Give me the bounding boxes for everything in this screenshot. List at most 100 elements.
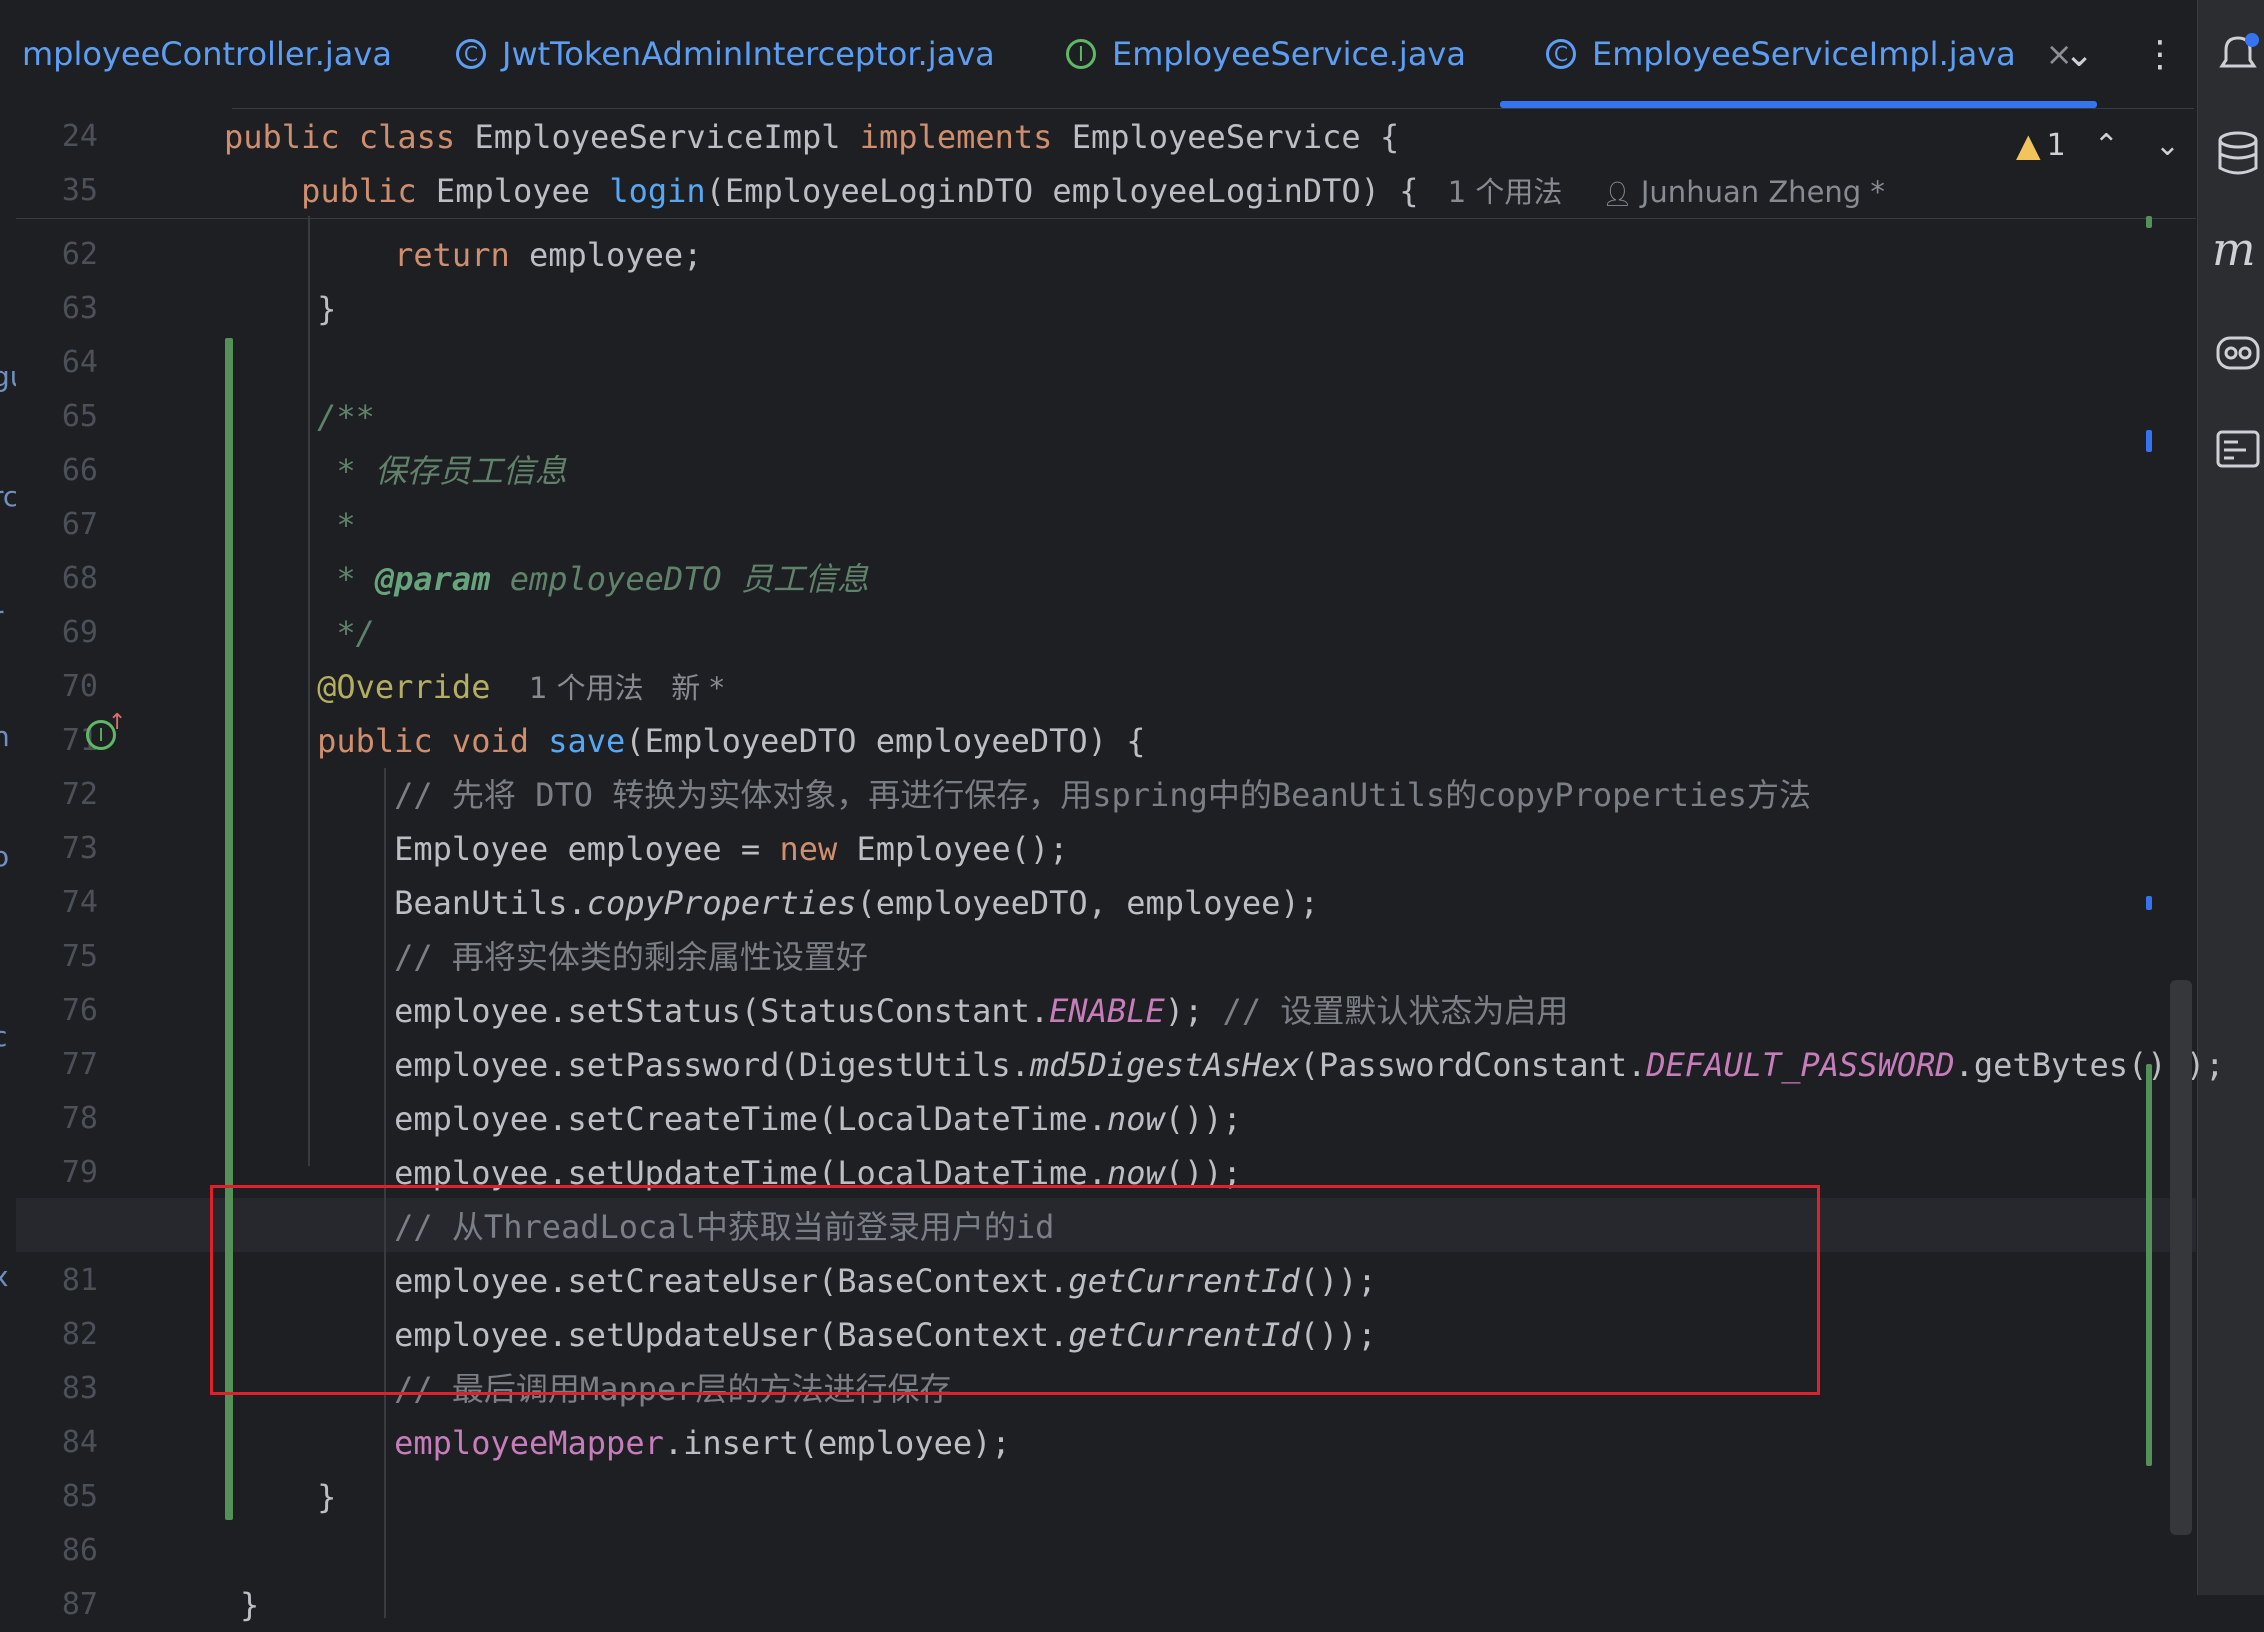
code-token: );	[1164, 992, 1223, 1030]
tab-label: mployeeController.java	[22, 35, 392, 73]
code-token: (PasswordConstant.	[1299, 1046, 1647, 1084]
interface-icon: I	[1066, 39, 1096, 69]
code-token: BeanUtils.	[240, 884, 587, 922]
right-tool-window-bar: m	[2197, 0, 2264, 1595]
vertical-scrollbar[interactable]	[2170, 980, 2192, 1535]
line-number: 66	[61, 453, 98, 488]
project-tree-fragment: x	[0, 1260, 9, 1293]
code-token: // 先将 DTO 转换为实体对象，再进行保存，用spring中的BeanUti…	[394, 776, 1811, 814]
code-line[interactable]: BeanUtils.copyProperties(employeeDTO, em…	[240, 876, 1319, 930]
line-number: 81	[61, 1263, 98, 1298]
database-icon[interactable]	[2212, 128, 2264, 180]
tab-label: JwtTokenAdminInterceptor.java	[502, 35, 995, 73]
code-token: md5DigestAsHex	[1029, 1046, 1300, 1084]
code-token: (EmployeeDTO employeeDTO) {	[625, 722, 1146, 760]
code-token: employee.setCreateTime(LocalDateTime.	[240, 1100, 1107, 1138]
line-number: 70	[61, 669, 98, 704]
code-line[interactable]: public void save(EmployeeDTO employeeDTO…	[240, 714, 1145, 768]
code-line[interactable]: // 再将实体类的剩余属性设置好	[240, 930, 868, 984]
code-token: employee;	[528, 236, 703, 274]
left-panel-edge: gurcrnocx	[0, 0, 28, 1595]
code-token: @param	[374, 560, 491, 598]
code-token: * 保存员工信息	[336, 452, 567, 490]
code-token: employee.setPassword(DigestUtils.	[240, 1046, 1030, 1084]
indent-guide	[308, 216, 310, 1166]
code-line[interactable]: * @param employeeDTO 员工信息	[240, 552, 869, 606]
line-number: 84	[61, 1425, 98, 1460]
code-line[interactable]: *	[240, 498, 356, 552]
code-token: 员工信息	[740, 560, 869, 598]
code-line[interactable]: // 先将 DTO 转换为实体对象，再进行保存，用spring中的BeanUti…	[240, 768, 1811, 822]
tab-employee-controller[interactable]: mployeeController.java	[22, 0, 392, 108]
class-icon: C	[1546, 39, 1576, 69]
code-token: /**	[317, 398, 375, 436]
editor-tab-bar: mployeeController.java C JwtTokenAdminIn…	[16, 0, 2194, 109]
code-token: }	[240, 1478, 337, 1516]
code-token: new	[779, 830, 857, 868]
line-number: 86	[61, 1533, 98, 1568]
terminal-icon[interactable]	[2212, 424, 2264, 476]
usage-hint[interactable]: 1 个用法 新 *	[529, 671, 724, 705]
code-token: *	[336, 560, 375, 598]
code-token: Employee();	[856, 830, 1069, 868]
code-token: copyProperties	[586, 884, 857, 922]
project-tree-fragment: o	[0, 840, 10, 873]
line-number: 65	[61, 399, 98, 434]
more-vertical-icon[interactable]: ⋮	[2142, 0, 2178, 108]
code-line[interactable]: employee.setStatus(StatusConstant.ENABLE…	[240, 984, 1568, 1038]
tab-jwt-token-admin-interceptor[interactable]: C JwtTokenAdminInterceptor.java	[456, 0, 995, 108]
tab-employee-service[interactable]: I EmployeeService.java	[1066, 0, 1466, 108]
arrow-up-icon: ↑	[108, 710, 127, 735]
code-token: employeeDTO	[490, 560, 741, 598]
notifications-icon[interactable]	[2212, 28, 2264, 80]
code-token: // 再将实体类的剩余属性设置好	[394, 938, 868, 976]
code-line[interactable]: employeeMapper.insert(employee);	[240, 1416, 1011, 1470]
code-line[interactable]: }	[240, 1470, 336, 1524]
code-line[interactable]: * 保存员工信息	[240, 444, 567, 498]
change-mark	[2146, 896, 2152, 910]
line-number: 67	[61, 507, 98, 542]
code-token: }	[240, 290, 337, 328]
line-number: 74	[61, 885, 98, 920]
change-mark	[2146, 430, 2152, 452]
code-token: @Override	[317, 668, 491, 706]
code-line[interactable]: employee.setCreateTime(LocalDateTime.now…	[240, 1092, 1242, 1146]
code-line[interactable]: @Override 1 个用法 新 *	[240, 660, 724, 714]
copilot-icon[interactable]	[2212, 326, 2264, 378]
code-token: public	[317, 722, 452, 760]
chevron-down-icon[interactable]: ⌄	[2064, 0, 2094, 108]
code-token: return	[394, 236, 529, 274]
class-icon: C	[456, 39, 486, 69]
code-line[interactable]: }	[240, 282, 336, 336]
code-line[interactable]: employee.setPassword(DigestUtils.md5Dige…	[240, 1038, 2224, 1092]
project-tree-fragment: n	[0, 720, 10, 753]
change-mark	[2146, 1064, 2152, 1466]
maven-icon[interactable]: m	[2212, 222, 2264, 274]
line-number: 76	[61, 993, 98, 1028]
code-token: }	[240, 1586, 260, 1624]
line-number: 24	[61, 119, 98, 154]
code-line[interactable]: }	[240, 1578, 259, 1632]
code-token: // 设置默认状态为启用	[1222, 992, 1569, 1030]
tab-employee-service-impl[interactable]: C EmployeeServiceImpl.java ×	[1500, 0, 2097, 108]
code-token: ());	[1164, 1100, 1242, 1138]
line-number: 72	[61, 777, 98, 812]
line-number: 85	[61, 1479, 98, 1514]
line-number: 87	[61, 1587, 98, 1622]
code-line[interactable]: Employee employee = new Employee();	[240, 822, 1068, 876]
line-number: 73	[61, 831, 98, 866]
code-token: employee.setStatus(StatusConstant.	[240, 992, 1050, 1030]
line-number: 79	[61, 1155, 98, 1190]
code-token: *	[336, 506, 356, 544]
